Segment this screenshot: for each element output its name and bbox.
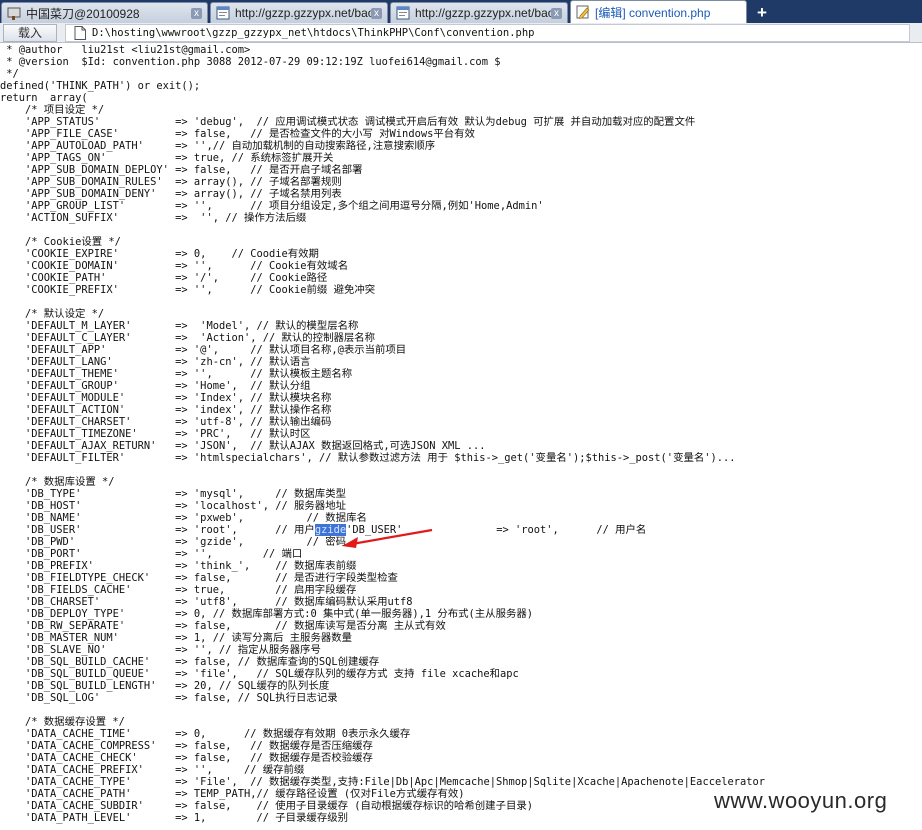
tab-bar: 中国菜刀@20100928xhttp://gzzp.gzzypx.net/bao…	[0, 0, 922, 23]
page-icon	[395, 5, 411, 21]
code-line: 'DB_SLAVE_NO' => '', // 指定从服务器序号	[0, 644, 321, 656]
code-line: 'DATA_CACHE_PREFIX' => '', // 缓存前缀	[0, 764, 305, 776]
code-line: 'DB_PREFIX' => 'think_', // 数据库表前缀	[0, 560, 357, 572]
code-line: 'DB_USER' => 'root', // 用户gzide'DB_USER'…	[0, 524, 647, 536]
code-line: 'DEFAULT_M_LAYER' => 'Model', // 默认的模型层名…	[0, 320, 359, 332]
code-line: 'DEFAULT_AJAX_RETURN' => 'JSON', // 默认AJ…	[0, 440, 486, 452]
code-line: 'DB_FIELDS_CACHE' => true, // 启用字段缓存	[0, 584, 357, 596]
tab-3[interactable]: http://gzzp.gzzypx.net/baoxin...x	[390, 2, 568, 23]
code-line: 'DB_PORT' => '', // 端口	[0, 548, 303, 560]
code-line: 'DB_SQL_BUILD_LENGTH' => 20, // SQL缓存的队列…	[0, 680, 330, 692]
code-line: 'DATA_CACHE_TIME' => 0, // 数据缓存有效期 0表示永久…	[0, 728, 411, 740]
code-line: 'DB_RW_SEPARATE' => false, // 数据库读写是否分离 …	[0, 620, 446, 632]
code-line: /* 默认设定 */	[0, 308, 105, 320]
code-line: 'DB_NAME' => 'pxweb', // 数据库名	[0, 512, 367, 524]
code-line: 'DB_FIELDTYPE_CHECK' => false, // 是否进行字段…	[0, 572, 398, 584]
code-line: /* 项目设定 */	[0, 104, 105, 116]
tab-close-icon[interactable]: x	[551, 8, 562, 19]
code-line: 'DATA_CACHE_COMPRESS' => false, // 数据缓存是…	[0, 740, 373, 752]
code-line: 'APP_GROUP_LIST' => '', // 项目分组设定,多个组之间用…	[0, 200, 544, 212]
code-line: 'APP_STATUS' => 'debug', // 应用调试模式状态 调试模…	[0, 116, 696, 128]
code-line: 'DB_MASTER_NUM' => 1, // 读写分离后 主服务器数量	[0, 632, 353, 644]
page-icon	[215, 5, 231, 21]
code-line: 'COOKIE_PREFIX' => '', // Cookie前缀 避免冲突	[0, 284, 376, 296]
code-line: 'DEFAULT_FILTER' => 'htmlspecialchars', …	[0, 452, 736, 464]
code-line: */	[0, 68, 19, 80]
file-icon	[74, 25, 86, 40]
password-selection: gzide	[314, 524, 347, 536]
code-line: 'DB_SQL_BUILD_CACHE' => false, // 数据库查询的…	[0, 656, 380, 668]
tab-close-icon[interactable]: x	[371, 8, 382, 19]
watermark: www.wooyun.org	[714, 788, 888, 813]
code-line: /* 数据缓存设置 */	[0, 716, 125, 728]
code-line: defined('THINK_PATH') or exit();	[0, 80, 201, 92]
code-line: /* 数据库设置 */	[0, 476, 115, 488]
code-line: 'DB_HOST' => 'localhost', // 服务器地址	[0, 500, 346, 512]
tab-4[interactable]: [编辑] convention.php	[570, 0, 747, 23]
code-line: 'DEFAULT_TIMEZONE' => 'PRC', // 默认时区	[0, 428, 311, 440]
code-line: 'APP_SUB_DOMAIN_RULES' => array(), // 子域…	[0, 176, 342, 188]
tab-label: http://gzzp.gzzypx.net/baoxin...	[415, 6, 551, 20]
load-button[interactable]: 载入	[3, 23, 57, 42]
new-tab-button[interactable]: +	[751, 3, 773, 22]
code-line: 'APP_SUB_DOMAIN_DEPLOY' => false, // 是否开…	[0, 164, 363, 176]
code-line: * @author liu21st <liu21st@gmail.com>	[0, 44, 251, 56]
code-line: 'DB_PWD' => 'gzide', // 密码	[0, 536, 347, 548]
code-line: 'APP_AUTOLOAD_PATH' => '',// 自动加载机制的自动搜索…	[0, 140, 436, 152]
code-line: /* Cookie设置 */	[0, 236, 121, 248]
code-line: 'ACTION_SUFFIX' => '', // 操作方法后缀	[0, 212, 307, 224]
code-line: 'COOKIE_EXPIRE' => 0, // Coodie有效期	[0, 248, 319, 260]
cleaver-icon	[6, 5, 22, 21]
code-line: 'DEFAULT_LANG' => 'zh-cn', // 默认语言	[0, 356, 311, 368]
file-path: D:\hosting\wwwroot\gzzp_gzzypx_net\htdoc…	[92, 26, 535, 39]
code-line: 'DB_DEPLOY_TYPE' => 0, // 数据库部署方式:0 集中式(…	[0, 608, 533, 620]
code-line: 'DB_CHARSET' => 'utf8', // 数据库编码默认采用utf8	[0, 596, 413, 608]
tab-1[interactable]: 中国菜刀@20100928 x	[1, 2, 208, 23]
code-line: 'DEFAULT_THEME' => '', // 默认模板主题名称	[0, 368, 353, 380]
tab-2[interactable]: http://gzzp.gzzypx.net/baoxin...x	[210, 2, 388, 23]
code-line: 'DATA_CACHE_TYPE' => 'File', // 数据缓存类型,支…	[0, 776, 765, 788]
tab-label: 中国菜刀@20100928	[26, 6, 140, 21]
code-line: 'DEFAULT_ACTION' => 'index', // 默认操作名称	[0, 404, 332, 416]
code-line: 'DB_SQL_LOG' => false, // SQL执行日志记录	[0, 692, 338, 704]
code-line: 'DEFAULT_CHARSET' => 'utf-8', // 默认输出编码	[0, 416, 332, 428]
code-line: 'APP_FILE_CASE' => false, // 是否检查文件的大小写 …	[0, 128, 475, 140]
code-line: 'DEFAULT_APP' => '@', // 默认项目名称,@表示当前项目	[0, 344, 407, 356]
edit-icon	[575, 4, 591, 20]
code-line: 'DB_SQL_BUILD_QUEUE' => 'file', // SQL缓存…	[0, 668, 519, 680]
code-line: 'COOKIE_PATH' => '/', // Cookie路径	[0, 272, 328, 284]
code-line: 'DEFAULT_C_LAYER' => 'Action', // 默认的控制器…	[0, 332, 376, 344]
code-line: 'APP_TAGS_ON' => true, // 系统标签扩展开关	[0, 152, 334, 164]
code-line: * @version $Id: convention.php 3088 2012…	[0, 56, 501, 68]
tab-label: http://gzzp.gzzypx.net/baoxin...	[235, 6, 371, 20]
address-bar: 载入 D:\hosting\wwwroot\gzzp_gzzypx_net\ht…	[0, 23, 922, 43]
code-editor[interactable]: * @author liu21st <liu21st@gmail.com> * …	[0, 44, 922, 830]
code-line: 'COOKIE_DOMAIN' => '', // Cookie有效域名	[0, 260, 349, 272]
code-line: 'DB_TYPE' => 'mysql', // 数据库类型	[0, 488, 346, 500]
code-line: return array(	[0, 92, 88, 104]
path-field[interactable]: D:\hosting\wwwroot\gzzp_gzzypx_net\htdoc…	[65, 23, 910, 42]
code-line: 'DEFAULT_MODULE' => 'Index', // 默认模块名称	[0, 392, 332, 404]
tab-label: [编辑] convention.php	[595, 5, 711, 20]
code-line: 'APP_SUB_DOMAIN_DENY' => array(), // 子域名…	[0, 188, 342, 200]
code-line: 'DEFAULT_GROUP' => 'Home', // 默认分组	[0, 380, 311, 392]
tab-close-icon[interactable]: x	[191, 8, 202, 19]
code-line: 'DATA_CACHE_CHECK' => false, // 数据缓存是否校验…	[0, 752, 373, 764]
